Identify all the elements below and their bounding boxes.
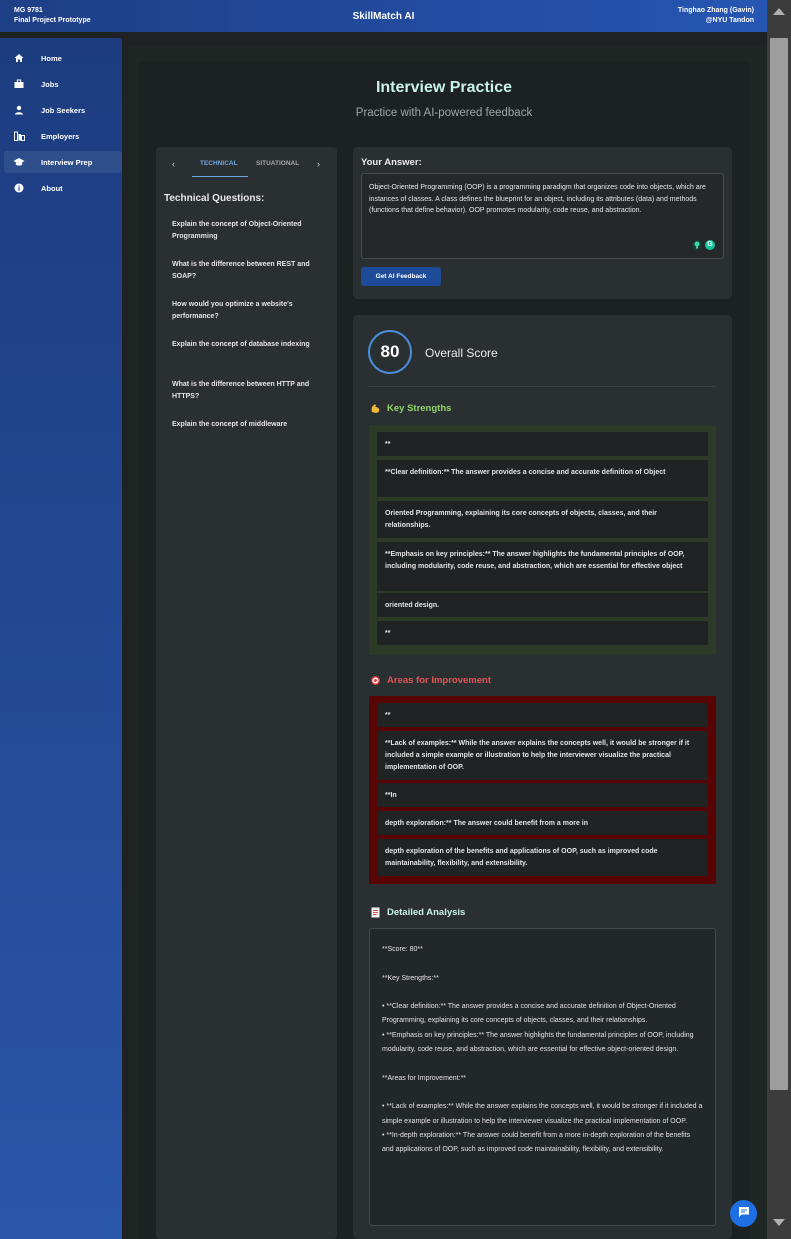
- strength-item: **: [377, 432, 708, 456]
- scroll-up-arrow-icon[interactable]: [773, 8, 785, 15]
- sidebar-item-about[interactable]: About: [4, 177, 122, 199]
- home-icon: [13, 52, 25, 64]
- page-subtitle: Practice with AI-powered feedback: [355, 107, 533, 119]
- analysis-title: Detailed Analysis: [387, 906, 466, 918]
- answer-label: Your Answer:: [361, 157, 422, 168]
- sidebar-item-label: Home: [41, 53, 62, 63]
- top-bar: MG 9781 Final Project Prototype SkillMat…: [0, 0, 767, 32]
- strength-item: **Emphasis on key principles:** The answ…: [377, 542, 708, 591]
- scroll-down-arrow-icon[interactable]: [773, 1219, 785, 1226]
- strength-item: **Clear definition:** The answer provide…: [377, 460, 708, 497]
- sidebar: Home Jobs Job Seekers Employers Intervie…: [0, 38, 122, 1239]
- answer-card: Your Answer: Object-Oriented Programming…: [353, 147, 732, 299]
- strength-item: Oriented Programming, explaining its cor…: [377, 501, 708, 538]
- question-item[interactable]: Explain the concept of middleware: [172, 419, 324, 431]
- app-title: SkillMatch AI: [352, 11, 415, 22]
- sidebar-item-label: Job Seekers: [41, 105, 86, 115]
- answer-textarea[interactable]: Object-Oriented Programming (OOP) is a p…: [361, 173, 724, 259]
- tab-situational[interactable]: SITUATIONAL: [256, 160, 299, 167]
- strength-item: **: [377, 621, 708, 645]
- person-icon: [13, 104, 25, 116]
- grammarly-icon[interactable]: G: [705, 240, 715, 250]
- score-circle: 80: [368, 330, 412, 374]
- briefcase-icon: [13, 78, 25, 90]
- sidebar-item-label: Employers: [41, 131, 80, 141]
- question-item[interactable]: What is the difference between REST and …: [172, 259, 324, 283]
- user-name: Tinghao Zhang (Gavin): [677, 7, 754, 14]
- strengths-heading: Key Strengths: [369, 402, 451, 414]
- user-affiliation: @NYU Tandon: [705, 17, 754, 24]
- lightbulb-icon[interactable]: [692, 240, 702, 250]
- improvement-item: **Lack of examples:** While the answer e…: [377, 731, 708, 780]
- graduation-cap-icon: [13, 156, 25, 168]
- user-info: Tinghao Zhang (Gavin) @NYU Tandon: [678, 6, 754, 26]
- question-tabs: ‹ TECHNICAL SITUATIONAL ›: [156, 147, 337, 179]
- sidebar-item-label: About: [41, 183, 63, 193]
- analysis-text: **Score: 80** **Key Strengths:** • **Cle…: [369, 928, 716, 1226]
- chevron-right-icon[interactable]: ›: [317, 159, 320, 169]
- improvement-item: **: [377, 703, 708, 727]
- chat-icon: [738, 1205, 750, 1223]
- active-tab-indicator: [192, 176, 248, 177]
- strength-item: oriented design.: [377, 593, 708, 617]
- questions-heading: Technical Questions:: [164, 193, 265, 204]
- info-icon: [13, 182, 25, 194]
- chevron-left-icon[interactable]: ‹: [172, 159, 175, 169]
- improvement-item: depth exploration:** The answer could be…: [377, 811, 708, 835]
- improvement-item: depth exploration of the benefits and ap…: [377, 839, 708, 876]
- divider: [368, 386, 716, 387]
- sidebar-item-job-seekers[interactable]: Job Seekers: [4, 99, 122, 121]
- page-title: Interview Practice: [375, 79, 513, 96]
- feedback-card: 80 Overall Score Key Strengths ** **Clea…: [353, 315, 732, 1239]
- document-icon: [369, 906, 381, 918]
- improvement-item: **In: [377, 783, 708, 807]
- tab-technical[interactable]: TECHNICAL: [200, 160, 238, 167]
- analysis-heading: Detailed Analysis: [369, 906, 465, 918]
- question-item[interactable]: Explain the concept of Object-Oriented P…: [172, 219, 324, 243]
- answer-text: Object-Oriented Programming (OOP) is a p…: [369, 184, 706, 214]
- target-icon: [369, 674, 381, 686]
- flexed-bicep-icon: [369, 402, 381, 414]
- chat-button[interactable]: [730, 1200, 757, 1227]
- strengths-list: ** **Clear definition:** The answer prov…: [369, 425, 716, 655]
- question-item[interactable]: Explain the concept of database indexing: [172, 339, 324, 351]
- sidebar-item-label: Interview Prep: [41, 157, 93, 167]
- sidebar-item-jobs[interactable]: Jobs: [4, 73, 122, 95]
- sidebar-item-home[interactable]: Home: [4, 47, 122, 69]
- questions-card: ‹ TECHNICAL SITUATIONAL › Technical Ques…: [156, 147, 337, 1239]
- question-item[interactable]: What is the difference between HTTP and …: [172, 379, 324, 403]
- improvement-heading: Areas for Improvement: [369, 674, 491, 686]
- improvement-title: Areas for Improvement: [387, 674, 492, 686]
- question-item[interactable]: How would you optimize a website's perfo…: [172, 299, 324, 323]
- scrollbar[interactable]: [767, 0, 791, 1239]
- building-icon: [13, 130, 25, 142]
- scrollbar-thumb[interactable]: [770, 38, 788, 1090]
- score-label: Overall Score: [425, 346, 498, 360]
- get-ai-feedback-button[interactable]: Get AI Feedback: [361, 267, 441, 286]
- sidebar-item-employers[interactable]: Employers: [4, 125, 122, 147]
- grammar-tools: G: [692, 240, 715, 250]
- sidebar-item-interview-prep[interactable]: Interview Prep: [4, 151, 122, 173]
- sidebar-item-label: Jobs: [41, 79, 59, 89]
- improvement-list: ** **Lack of examples:** While the answe…: [369, 696, 716, 884]
- strengths-title: Key Strengths: [387, 402, 452, 414]
